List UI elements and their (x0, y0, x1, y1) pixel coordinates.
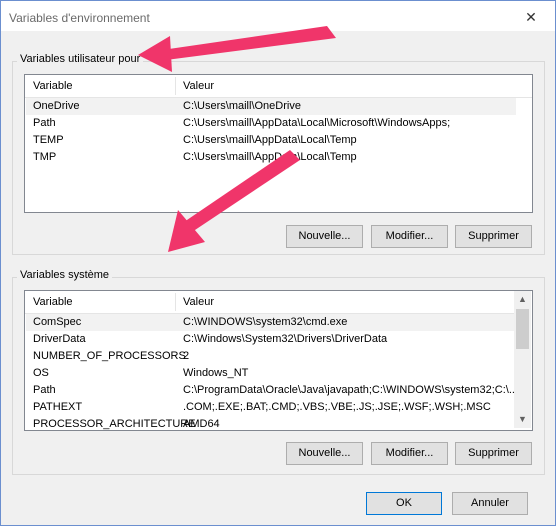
system-edit-button[interactable]: Modifier... (371, 442, 448, 465)
variable-value: AMD64 (183, 418, 220, 430)
system-list-scrollbar[interactable]: ▲ ▼ (514, 291, 531, 428)
column-header-variable[interactable]: Variable (27, 75, 73, 97)
variable-value: .COM;.EXE;.BAT;.CMD;.VBS;.VBE;.JS;.JSE;.… (183, 401, 491, 413)
column-separator[interactable] (175, 293, 176, 311)
scroll-thumb[interactable] (516, 309, 529, 349)
list-header: Variable Valeur (25, 291, 514, 314)
scroll-down-icon[interactable]: ▼ (514, 411, 531, 428)
variable-value: C:\ProgramData\Oracle\Java\javapath;C:\W… (183, 384, 514, 396)
system-new-button[interactable]: Nouvelle... (286, 442, 363, 465)
variable-name: OneDrive (33, 100, 80, 112)
variable-value: C:\Users\maill\AppData\Local\Temp (183, 151, 357, 163)
list-header: Variable Valeur (25, 75, 532, 98)
table-row[interactable]: Path C:\Users\maill\AppData\Local\Micros… (26, 115, 516, 132)
table-row[interactable]: TEMP C:\Users\maill\AppData\Local\Temp (26, 132, 516, 149)
window-title: Variables d'environnement (9, 11, 150, 25)
variable-name: PROCESSOR_ARCHITECTURE (33, 418, 196, 430)
variable-value: C:\Users\maill\AppData\Local\Temp (183, 134, 357, 146)
variable-value: C:\Windows\System32\Drivers\DriverData (183, 333, 388, 345)
column-header-value[interactable]: Valeur (177, 291, 214, 313)
cancel-button[interactable]: Annuler (452, 492, 528, 515)
close-icon[interactable]: ✕ (513, 5, 549, 29)
variable-name: ComSpec (33, 316, 82, 328)
system-delete-button[interactable]: Supprimer (455, 442, 532, 465)
table-row[interactable]: ComSpec C:\WINDOWS\system32\cmd.exe (26, 314, 514, 331)
system-variables-label: Variables système (17, 269, 113, 281)
table-row[interactable]: TMP C:\Users\maill\AppData\Local\Temp (26, 149, 516, 166)
user-new-button[interactable]: Nouvelle... (286, 225, 363, 248)
table-row[interactable]: NUMBER_OF_PROCESSORS 2 (26, 348, 514, 365)
environment-variables-dialog: Variables d'environnement ✕ Variables ut… (0, 0, 556, 526)
user-variables-label: Variables utilisateur pour (17, 53, 144, 65)
ok-button[interactable]: OK (366, 492, 442, 515)
title-bar: Variables d'environnement ✕ (1, 1, 555, 31)
user-edit-button[interactable]: Modifier... (371, 225, 448, 248)
variable-value: C:\Users\maill\OneDrive (183, 100, 301, 112)
column-separator[interactable] (175, 77, 176, 95)
variable-name: Path (33, 117, 56, 129)
table-row[interactable]: OS Windows_NT (26, 365, 514, 382)
system-variables-list[interactable]: Variable Valeur ComSpec C:\WINDOWS\syste… (24, 290, 533, 431)
variable-name: Path (33, 384, 56, 396)
variable-value: 2 (183, 350, 190, 362)
user-delete-button[interactable]: Supprimer (455, 225, 532, 248)
table-row[interactable]: DriverData C:\Windows\System32\Drivers\D… (26, 331, 514, 348)
variable-name: PATHEXT (33, 401, 83, 413)
column-header-variable[interactable]: Variable (27, 291, 73, 313)
variable-value: Windows_NT (183, 367, 249, 379)
scroll-up-icon[interactable]: ▲ (514, 291, 531, 308)
variable-value: C:\Users\maill\AppData\Local\Microsoft\W… (183, 117, 451, 129)
table-row[interactable]: PATHEXT .COM;.EXE;.BAT;.CMD;.VBS;.VBE;.J… (26, 399, 514, 416)
table-row[interactable]: PROCESSOR_ARCHITECTURE AMD64 (26, 416, 514, 430)
table-row[interactable]: OneDrive C:\Users\maill\OneDrive (26, 98, 516, 115)
variable-value: C:\WINDOWS\system32\cmd.exe (183, 316, 348, 328)
variable-name: TEMP (33, 134, 64, 146)
variable-name: OS (33, 367, 49, 379)
variable-name: TMP (33, 151, 57, 163)
column-header-value[interactable]: Valeur (177, 75, 214, 97)
variable-name: NUMBER_OF_PROCESSORS (33, 350, 186, 362)
table-row[interactable]: Path C:\ProgramData\Oracle\Java\javapath… (26, 382, 514, 399)
user-variables-list[interactable]: Variable Valeur OneDrive C:\Users\maill\… (24, 74, 533, 213)
variable-name: DriverData (33, 333, 86, 345)
